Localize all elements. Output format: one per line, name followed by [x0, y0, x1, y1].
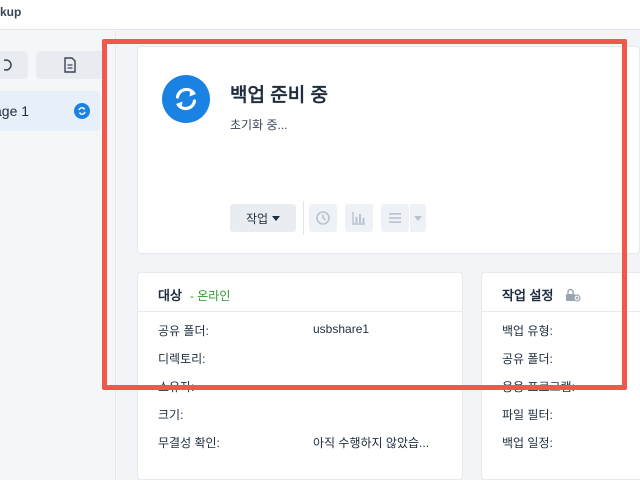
application-label: 응용 프로그램: [502, 380, 575, 394]
backup-schedule-label: 백업 일정: [502, 436, 553, 450]
lock-settings-icon[interactable] [565, 288, 581, 302]
integrity-check-value: 아직 수행하지 않았습... [313, 436, 430, 450]
status-subtitle: 초기화 중... [230, 118, 288, 132]
log-button[interactable] [36, 51, 104, 79]
sidebar-action-button[interactable] [0, 51, 28, 79]
caret-down-icon [272, 215, 281, 221]
more-menu-dropdown[interactable] [410, 204, 426, 232]
size-label: 크기: [158, 408, 184, 422]
owner-label: 소유자: [158, 380, 195, 394]
clock-icon [316, 211, 330, 225]
status-title: 백업 준비 중 [230, 85, 328, 106]
more-menu-button[interactable] [381, 204, 409, 232]
statistics-button[interactable] [345, 204, 373, 232]
task-card-header: 작업 설정 [482, 273, 640, 312]
app-title: kup [0, 5, 22, 19]
bar-chart-icon [352, 212, 365, 225]
version-list-button[interactable] [309, 204, 337, 232]
toolbar-divider [303, 201, 304, 235]
integrity-check-label: 무결성 확인: [158, 436, 220, 450]
sidebar-item-label: age 1 [0, 103, 30, 119]
title-bar: kup [0, 0, 640, 30]
shared-folder-label: 공유 폴더: [158, 324, 209, 338]
circle-icon [4, 59, 12, 71]
target-card: 대상 - 온라인 공유 폴더: usbshare1 디렉토리: 소유자: 크기: … [137, 272, 463, 480]
document-icon [64, 57, 76, 73]
shared-folder-value: usbshare1 [313, 322, 370, 336]
target-card-header: 대상 - 온라인 [138, 273, 462, 312]
target-heading: 대상 [158, 288, 182, 303]
sidebar-item-task[interactable]: age 1 [0, 91, 100, 131]
sidebar: age 1 [0, 31, 116, 480]
action-menu-button[interactable]: 작업 [230, 204, 296, 232]
task-shared-folder-label: 공유 폴더: [502, 352, 553, 366]
caret-down-icon [414, 215, 422, 221]
main-panel: 백업 준비 중 초기화 중... 작업 대상 - 온라인 공유 폴더: usbsh… [117, 31, 640, 480]
sync-status-icon [74, 103, 90, 119]
action-button-label: 작업 [245, 211, 269, 226]
online-status: - 온라인 [189, 289, 231, 303]
file-filter-label: 파일 필터: [502, 408, 553, 422]
task-settings-heading: 작업 설정 [502, 288, 554, 303]
sync-icon [162, 75, 210, 123]
status-card: 백업 준비 중 초기화 중... 작업 [137, 46, 640, 254]
directory-label: 디렉토리: [158, 352, 206, 366]
backup-type-label: 백업 유형: [502, 324, 553, 338]
list-icon [389, 213, 401, 223]
task-settings-card: 작업 설정 백업 유형: 공유 폴더: 응용 프로그램: 파일 필터: 백업 일… [481, 272, 640, 480]
